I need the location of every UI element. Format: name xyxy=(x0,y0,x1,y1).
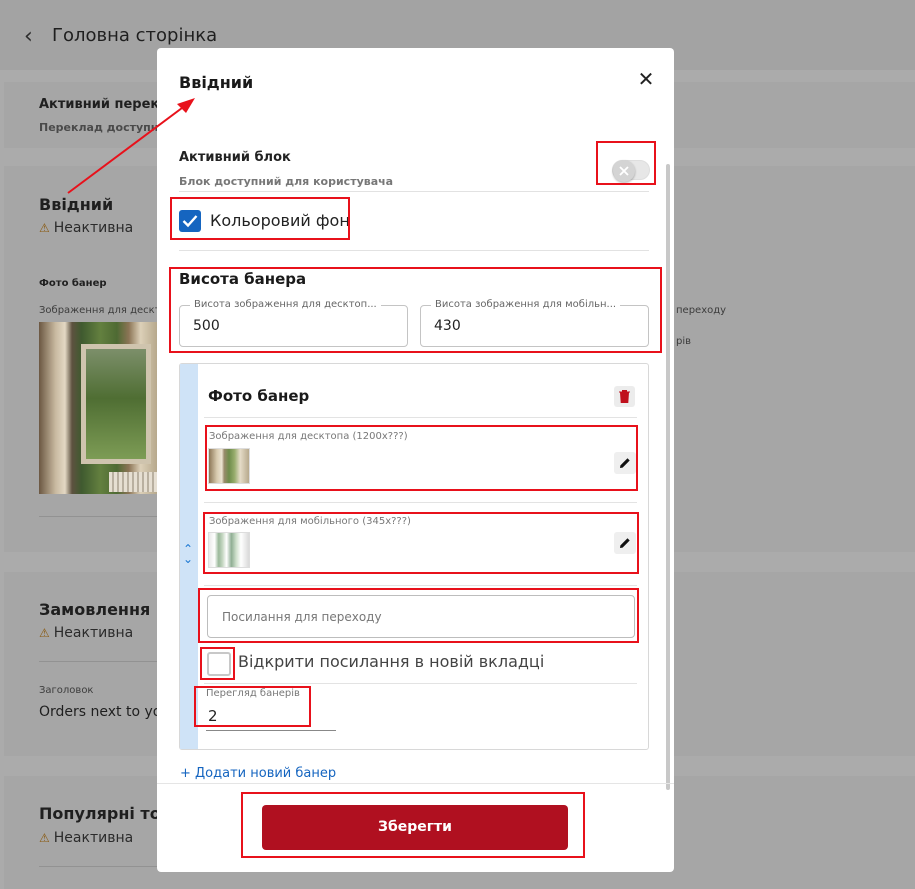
highlight-toggle xyxy=(596,141,656,185)
highlight-colored-background xyxy=(170,197,350,240)
highlight-mobile-image xyxy=(203,512,639,574)
highlight-new-tab-checkbox xyxy=(200,647,235,680)
highlight-banner-height xyxy=(169,267,662,353)
highlight-link-input xyxy=(198,588,639,643)
highlight-save-button xyxy=(241,792,585,858)
highlight-desktop-image xyxy=(205,425,638,491)
highlight-banner-preview xyxy=(194,686,311,727)
